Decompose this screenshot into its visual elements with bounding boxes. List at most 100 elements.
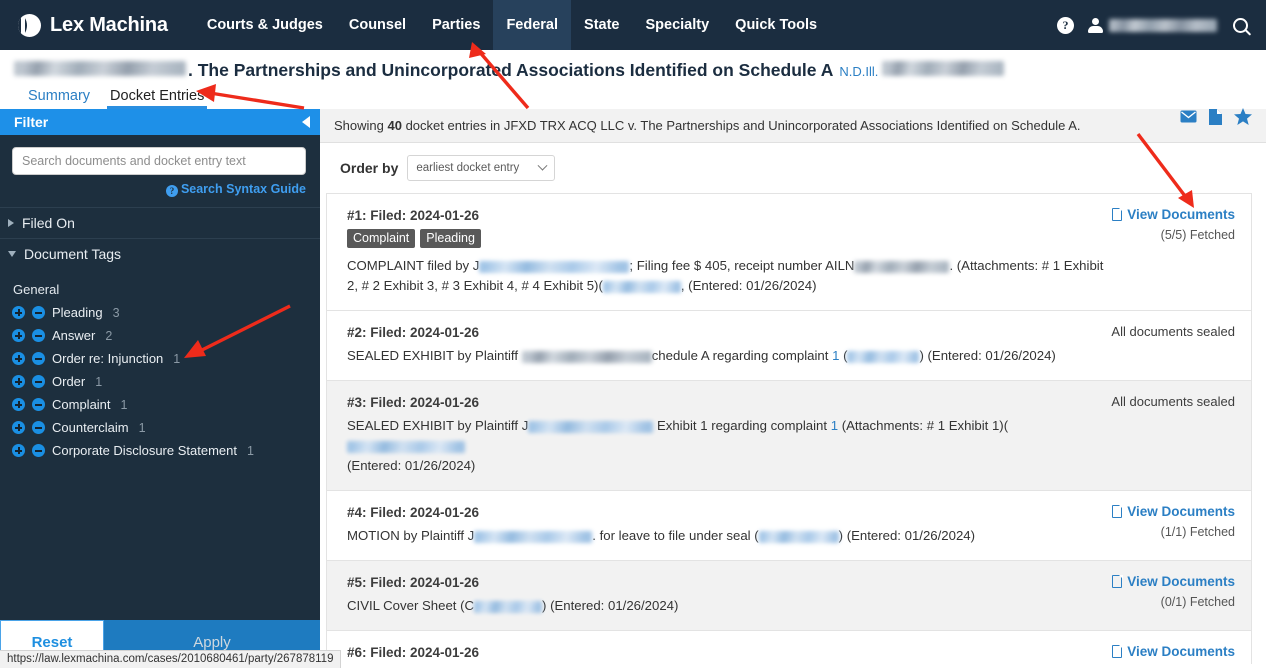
document-icon (1112, 644, 1123, 658)
document-tags-group: General Pleading 3 Answer 2 Order re: In… (0, 282, 320, 458)
search-syntax-guide-label: Search Syntax Guide (180, 182, 306, 196)
entry-text-part: COMPLAINT filed by J (347, 258, 480, 273)
complaint-link[interactable]: 1 (831, 418, 838, 433)
redacted-filer (474, 600, 543, 613)
entry-actions: All documents sealed (1111, 324, 1235, 339)
view-documents-label: View Documents (1127, 504, 1235, 519)
view-documents-label: View Documents (1127, 207, 1235, 222)
sidebar-section-filed-on[interactable]: Filed On (0, 207, 320, 238)
entry-actions: View Documents (0/1) Fetched (1112, 574, 1235, 609)
include-tag-icon[interactable] (12, 444, 25, 457)
exclude-tag-icon[interactable] (32, 375, 45, 388)
search-input[interactable] (12, 147, 306, 175)
docket-entry-row[interactable]: #6: Filed: 2024-01-26 Corporate Disclosu… (326, 630, 1252, 664)
nav-item-counsel[interactable]: Counsel (336, 0, 419, 50)
include-tag-icon[interactable] (12, 398, 25, 411)
docket-entry-row[interactable]: #2: Filed: 2024-01-26 SEALED EXHIBIT by … (326, 310, 1252, 380)
filter-body: ?Search Syntax Guide Filed On Document T… (0, 135, 320, 620)
exclude-tag-icon[interactable] (32, 444, 45, 457)
filter-header[interactable]: Filter (0, 109, 320, 135)
nav-item-parties[interactable]: Parties (419, 0, 493, 50)
fetched-status: (0/1) Fetched (1160, 595, 1235, 609)
search-syntax-guide-link[interactable]: ? Search Syntax Guide (165, 182, 306, 197)
entry-actions: View Documents (0/1) Fetched (1112, 644, 1235, 664)
brand-logo[interactable]: Lex Machina (18, 13, 168, 37)
filter-title: Filter (14, 114, 49, 130)
tag-row-counterclaim: Counterclaim 1 (12, 420, 308, 435)
status-bar-url: https://law.lexmachina.com/cases/2010680… (0, 650, 342, 668)
exclude-tag-icon[interactable] (32, 329, 45, 342)
main-content: Showing 40 docket entries in JFXD TRX AC… (320, 109, 1266, 664)
entry-description: SEALED EXHIBIT by Plaintiff chedule A re… (347, 346, 1107, 366)
exclude-tag-icon[interactable] (32, 352, 45, 365)
exclude-tag-icon[interactable] (32, 306, 45, 319)
case-court: N.D.Ill. (839, 64, 879, 79)
tag-label[interactable]: Order (52, 374, 85, 389)
redacted-filer (758, 530, 839, 543)
include-tag-icon[interactable] (12, 306, 25, 319)
tag-label[interactable]: Pleading (52, 305, 103, 320)
entry-tag-pleading[interactable]: Pleading (420, 229, 481, 248)
star-icon[interactable] (1234, 108, 1252, 128)
user-menu[interactable] (1088, 17, 1217, 33)
tag-label[interactable]: Order re: Injunction (52, 351, 163, 366)
app-root: Lex Machina Courts & Judges Counsel Part… (0, 0, 1266, 668)
nav-item-quick-tools[interactable]: Quick Tools (722, 0, 830, 50)
sidebar-section-document-tags[interactable]: Document Tags (0, 238, 320, 269)
case-title-row: . The Partnerships and Unincorporated As… (14, 58, 1252, 82)
docket-entry-row[interactable]: #3: Filed: 2024-01-26 SEALED EXHIBIT by … (326, 380, 1252, 490)
tag-row-pleading: Pleading 3 (12, 305, 308, 320)
view-documents-link[interactable]: View Documents (1112, 644, 1235, 659)
entry-number-date: #4: Filed: 2024-01-26 (347, 505, 480, 520)
document-icon[interactable] (1209, 108, 1222, 128)
view-documents-link[interactable]: View Documents (1112, 207, 1235, 222)
view-documents-link[interactable]: View Documents (1112, 574, 1235, 589)
nav-item-specialty[interactable]: Specialty (633, 0, 723, 50)
exclude-tag-icon[interactable] (32, 398, 45, 411)
collapse-left-icon[interactable] (302, 116, 310, 128)
nav-item-federal[interactable]: Federal (493, 0, 572, 50)
docket-entry-row[interactable]: #1: Filed: 2024-01-26 Complaint Pleading… (326, 193, 1252, 310)
help-icon[interactable]: ? (1057, 16, 1074, 34)
top-navbar: Lex Machina Courts & Judges Counsel Part… (0, 0, 1266, 50)
chevron-down-icon (537, 160, 548, 171)
user-icon (1088, 17, 1103, 33)
entry-description: SEALED EXHIBIT by Plaintiff J Exhibit 1 … (347, 416, 1107, 476)
view-documents-link[interactable]: View Documents (1112, 504, 1235, 519)
tag-label[interactable]: Answer (52, 328, 95, 343)
tag-row-order: Order 1 (12, 374, 308, 389)
user-name-redacted (1109, 18, 1217, 32)
entry-description: MOTION by Plaintiff J . for leave to file… (347, 526, 1107, 546)
tag-group-label: General (13, 282, 60, 297)
document-icon (1112, 504, 1123, 518)
entry-text-part: Exhibit 1 regarding complaint (653, 418, 831, 433)
entry-text-part: ) (Entered: 01/26/2024) (838, 528, 976, 543)
nav-item-courts-judges[interactable]: Courts & Judges (194, 0, 336, 50)
docket-entries-list: #1: Filed: 2024-01-26 Complaint Pleading… (320, 193, 1266, 664)
tab-summary[interactable]: Summary (28, 88, 90, 109)
tag-count: 1 (173, 351, 181, 366)
sidebar-section-filed-on-label: Filed On (22, 215, 75, 231)
tag-label[interactable]: Corporate Disclosure Statement (52, 443, 237, 458)
tab-docket-entries[interactable]: Docket Entries (107, 88, 208, 109)
include-tag-icon[interactable] (12, 352, 25, 365)
nav-item-state[interactable]: State (571, 0, 632, 50)
tag-row-corporate-disclosure-statement: Corporate Disclosure Statement 1 (12, 443, 308, 458)
include-tag-icon[interactable] (12, 329, 25, 342)
entry-actions: All documents sealed (1111, 394, 1235, 409)
envelope-icon[interactable] (1180, 110, 1197, 126)
exclude-tag-icon[interactable] (32, 421, 45, 434)
redacted-filer (847, 350, 920, 363)
entry-description: COMPLAINT filed by J ; Filing fee $ 405, … (347, 256, 1107, 296)
tag-label[interactable]: Counterclaim (52, 420, 129, 435)
question-mark-icon: ? (165, 185, 178, 197)
entry-tag-complaint[interactable]: Complaint (347, 229, 416, 248)
include-tag-icon[interactable] (12, 421, 25, 434)
tag-label[interactable]: Complaint (52, 397, 111, 412)
entry-text-part: CIVIL Cover Sheet (C (347, 598, 475, 613)
include-tag-icon[interactable] (12, 375, 25, 388)
order-by-select[interactable]: earliest docket entry (407, 155, 556, 181)
docket-entry-row[interactable]: #5: Filed: 2024-01-26 CIVIL Cover Sheet … (326, 560, 1252, 630)
search-icon[interactable] (1233, 17, 1248, 33)
docket-entry-row[interactable]: #4: Filed: 2024-01-26 MOTION by Plaintif… (326, 490, 1252, 560)
